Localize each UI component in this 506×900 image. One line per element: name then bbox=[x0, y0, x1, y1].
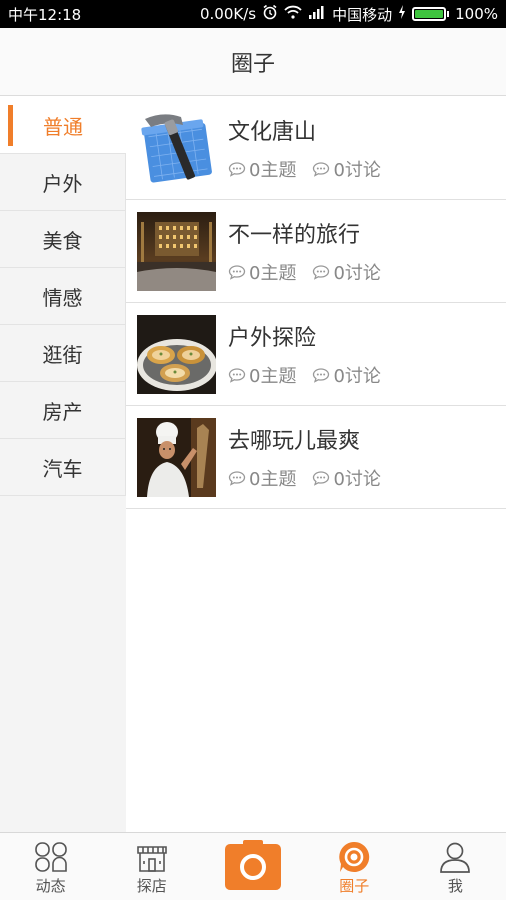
page-title: 圈子 bbox=[230, 51, 275, 77]
battery-percent: 100% bbox=[455, 5, 498, 23]
tab-feed[interactable]: 动态 bbox=[0, 833, 101, 900]
sidebar-item-outdoor[interactable]: 户外 bbox=[0, 154, 126, 211]
discussion-count: 0讨论 bbox=[312, 259, 381, 285]
bottom-tab-bar: 动态 探店 圈子 我 bbox=[0, 832, 506, 900]
sidebar-item-realestate[interactable]: 房产 bbox=[0, 382, 126, 439]
sidebar-item-emotion[interactable]: 情感 bbox=[0, 268, 126, 325]
sidebar-item-label: 情感 bbox=[42, 285, 83, 310]
network-speed: 0.00K/s bbox=[199, 5, 257, 23]
feed-icon bbox=[34, 839, 68, 875]
sidebar-item-food[interactable]: 美食 bbox=[0, 211, 126, 268]
circle-name: 不一样的旅行 bbox=[228, 223, 361, 248]
carrier-name: 中国移动 bbox=[332, 5, 393, 24]
sidebar-item-label: 房产 bbox=[42, 399, 83, 424]
discussion-count: 0讨论 bbox=[312, 156, 381, 182]
tab-circle[interactable]: 圈子 bbox=[304, 833, 405, 900]
sidebar-item-general[interactable]: 普通 bbox=[0, 97, 126, 154]
wifi-icon bbox=[284, 5, 302, 23]
hammer-icon bbox=[137, 108, 216, 188]
circle-name: 户外探险 bbox=[228, 326, 317, 351]
topic-count-text: 0主题 bbox=[249, 160, 297, 181]
alarm-icon bbox=[262, 4, 278, 24]
discussion-count-text: 0讨论 bbox=[333, 469, 381, 490]
chat-icon bbox=[228, 265, 246, 280]
circle-name: 文化唐山 bbox=[228, 120, 317, 145]
chat-icon bbox=[313, 162, 330, 177]
status-time: 中午12:18 bbox=[8, 5, 82, 24]
header: 圈子 bbox=[0, 28, 506, 96]
topic-count: 0主题 bbox=[228, 465, 296, 491]
sidebar-item-cars[interactable]: 汽车 bbox=[0, 439, 126, 496]
topic-count: 0主题 bbox=[228, 362, 296, 388]
tab-label: 动态 bbox=[35, 877, 66, 895]
oysters-photo bbox=[137, 314, 216, 394]
battery-icon bbox=[412, 7, 450, 21]
topic-count-text: 0主题 bbox=[249, 263, 297, 284]
sidebar-item-shopping[interactable]: 逛街 bbox=[0, 325, 126, 382]
discussion-count-text: 0讨论 bbox=[333, 263, 381, 284]
camera-icon bbox=[225, 839, 281, 890]
sidebar-item-label: 户外 bbox=[42, 171, 83, 196]
chat-icon bbox=[313, 265, 330, 280]
discussion-count-text: 0讨论 bbox=[333, 160, 381, 181]
chat-icon bbox=[313, 368, 330, 383]
topic-count: 0主题 bbox=[228, 156, 296, 182]
tab-label: 圈子 bbox=[339, 877, 370, 895]
topic-count-text: 0主题 bbox=[249, 469, 297, 490]
topic-count-text: 0主题 bbox=[249, 366, 297, 387]
chat-icon bbox=[228, 471, 246, 486]
list-item[interactable]: 文化唐山 0主题 0讨论 bbox=[126, 97, 506, 200]
list-item[interactable]: 户外探险 0主题 0讨论 bbox=[126, 303, 506, 406]
city-night-photo bbox=[137, 211, 216, 291]
sidebar-item-label: 普通 bbox=[43, 114, 83, 139]
signal-icon bbox=[308, 5, 326, 23]
chef-photo bbox=[137, 417, 216, 497]
chat-icon bbox=[228, 368, 246, 383]
status-bar: 中午12:18 0.00K/s 中国移动 100% bbox=[0, 0, 506, 28]
circle-name: 去哪玩儿最爽 bbox=[228, 429, 361, 454]
tab-camera[interactable] bbox=[202, 833, 303, 900]
store-icon bbox=[135, 839, 169, 875]
circle-icon bbox=[337, 839, 371, 875]
topic-count: 0主题 bbox=[228, 259, 296, 285]
tab-explore-store[interactable]: 探店 bbox=[101, 833, 202, 900]
sidebar-item-label: 美食 bbox=[42, 228, 83, 253]
discussion-count: 0讨论 bbox=[312, 465, 381, 491]
category-sidebar: 普通 户外 美食 情感 逛街 房产 汽车 bbox=[0, 97, 126, 832]
charging-icon bbox=[398, 5, 406, 23]
tab-label: 探店 bbox=[136, 877, 167, 895]
discussion-count: 0讨论 bbox=[312, 362, 381, 388]
tab-me[interactable]: 我 bbox=[405, 833, 506, 900]
person-icon bbox=[438, 839, 472, 875]
tab-label: 我 bbox=[447, 877, 463, 895]
discussion-count-text: 0讨论 bbox=[333, 366, 381, 387]
circle-list: 文化唐山 0主题 0讨论 不一样的旅行 0主题 0讨论 户外探险 0主题 0讨论… bbox=[126, 97, 506, 832]
list-item[interactable]: 去哪玩儿最爽 0主题 0讨论 bbox=[126, 406, 506, 509]
sidebar-item-label: 逛街 bbox=[42, 342, 83, 367]
chat-icon bbox=[313, 471, 330, 486]
chat-icon bbox=[228, 162, 246, 177]
sidebar-item-label: 汽车 bbox=[42, 456, 83, 481]
list-item[interactable]: 不一样的旅行 0主题 0讨论 bbox=[126, 200, 506, 303]
